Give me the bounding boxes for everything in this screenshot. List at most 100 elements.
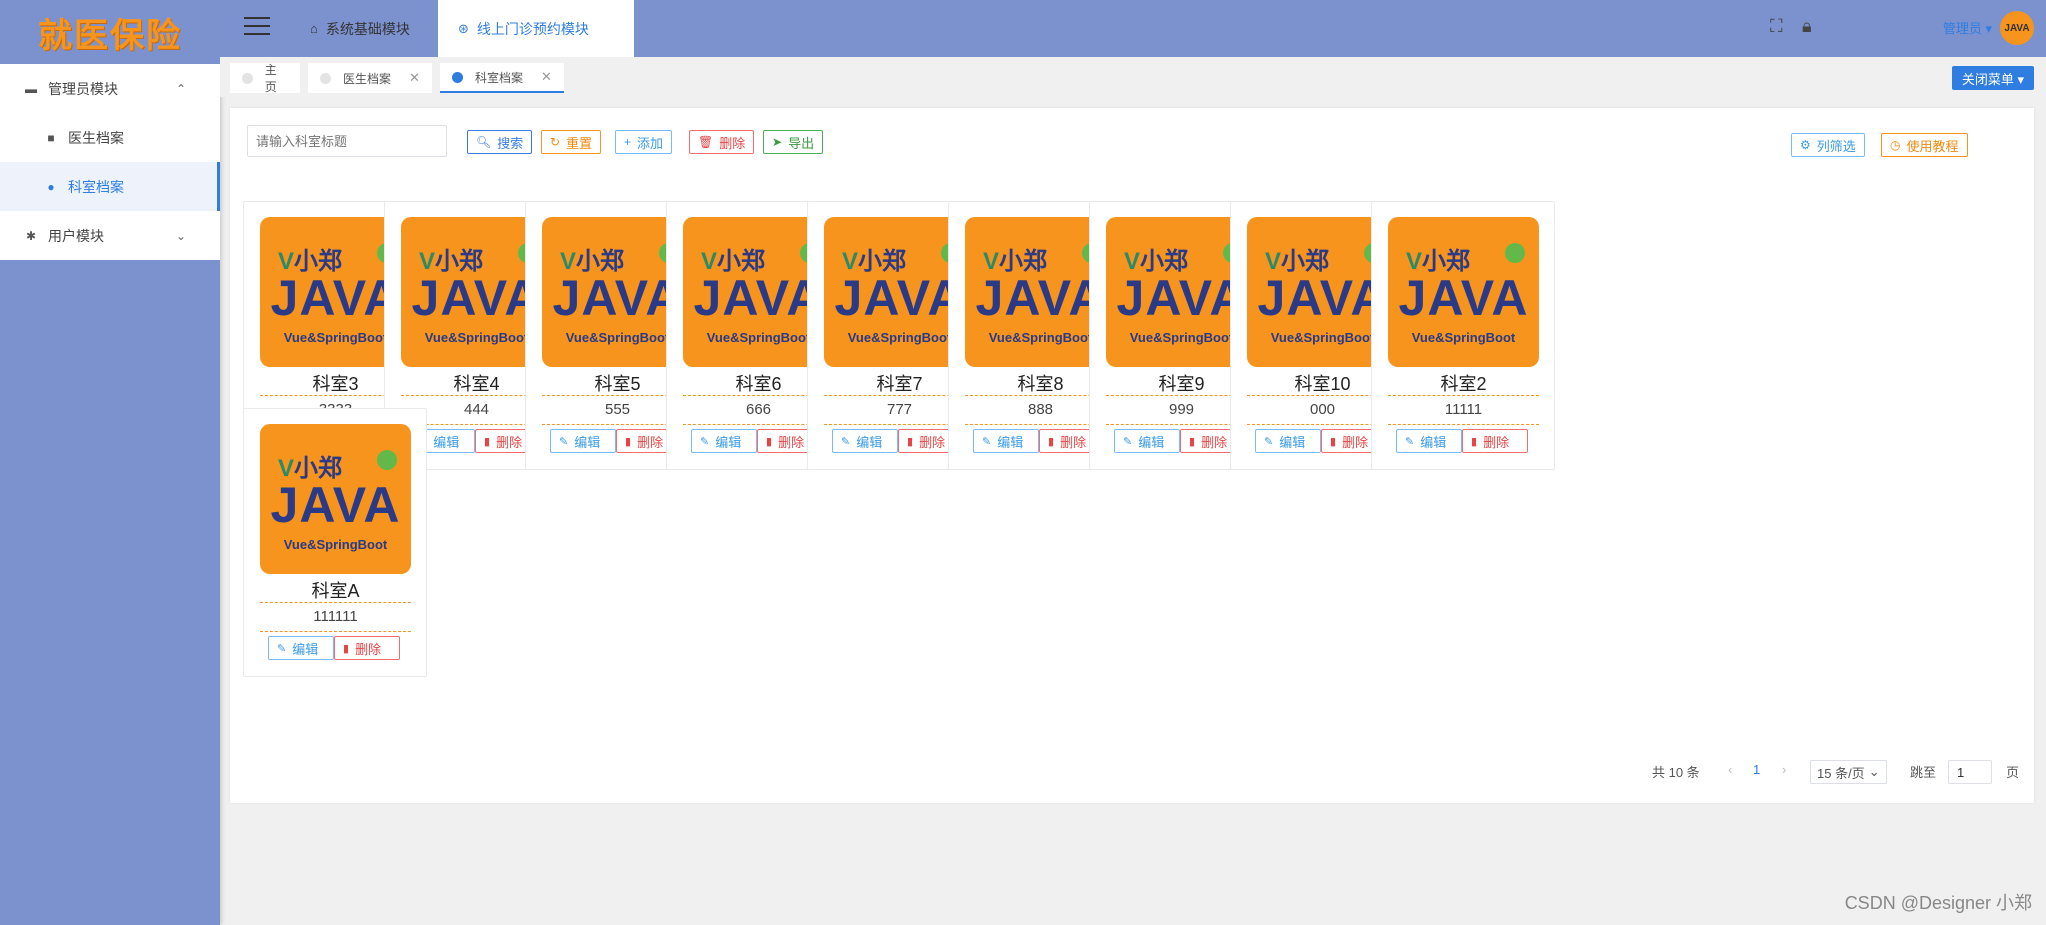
top-tab-basic[interactable]: ⌂ 系统基础模块 [290,0,430,57]
page-number[interactable]: 1 [1753,762,1760,777]
plus-icon: + [624,135,632,149]
logo-text: 就医保险 [38,15,182,56]
search-icon: 🔍︎ [476,135,492,149]
tag-label: 科室档案 [475,70,524,85]
close-icon[interactable]: ✕ [409,70,420,86]
trash-icon: ▮ [907,435,914,448]
edit-icon: ✎ [700,435,710,448]
page-size-select[interactable]: 15 条/页 ⌄ [1810,760,1887,784]
send-icon: ➤ [772,135,783,149]
pagination-total: 共 10 条 [1652,765,1700,780]
tag-home[interactable]: 主页 [230,63,300,94]
bug-icon: ✱ [25,228,37,243]
fullscreen-icon[interactable]: ⛶ [1770,16,1783,37]
goto-page [1948,760,1992,784]
edit-button[interactable]: ✎编辑 [832,429,898,453]
sidebar-item-label: 医生档案 [68,129,124,146]
delete-card-button[interactable]: ▮删除 [1462,429,1528,453]
reset-button[interactable]: ↻ 重置 [541,130,602,154]
menu-toggle-icon[interactable] [244,17,270,37]
tag-doctor[interactable]: 医生档案 ✕ [308,63,432,93]
edit-button[interactable]: ✎编辑 [1396,429,1462,453]
sidebar-item-label: 科室档案 [68,178,124,195]
top-tab-appointment[interactable]: ⊛ 线上门诊预约模块 [438,0,634,57]
home-icon: ⌂ [310,21,318,36]
lock-icon[interactable]: 🔒︎ [1802,16,1812,37]
export-button[interactable]: ➤ 导出 [763,130,824,154]
spring-logo-icon [377,450,397,470]
trash-icon: ▮ [1048,435,1055,448]
trash-icon: 🗑︎ [698,135,714,149]
top-tab-label: 系统基础模块 [325,20,410,37]
department-image: V小郑 JAVA Vue&SpringBoot [260,424,411,574]
edit-button[interactable]: ✎编辑 [268,636,334,660]
department-image: V小郑 JAVA Vue&SpringBoot [1388,217,1539,367]
tag-label: 主页 [264,63,277,94]
goto-page-input[interactable] [1948,760,1992,784]
top-header: ⌂ 系统基础模块 ⊛ 线上门诊预约模块 ⛶ 🔒︎ 管理员 ▾ JAVA [220,0,2046,57]
chat-icon: ■ [47,130,55,145]
trash-icon: ▮ [484,435,491,448]
image-subtitle: Vue&SpringBoot [1411,330,1516,345]
edit-button[interactable]: ✎编辑 [691,429,757,453]
java-text: JAVA [1398,270,1529,326]
tag-dot-icon [452,71,463,83]
search-input[interactable] [247,125,447,157]
tag-department[interactable]: 科室档案 ✕ [440,63,564,93]
gear-icon: ⚙ [1800,138,1811,152]
java-text: JAVA [270,477,401,533]
sidebar-item[interactable]: ● 科室档案 [0,162,220,211]
refresh-icon: ↻ [550,135,561,149]
search-button[interactable]: 🔍︎ 搜索 [467,130,533,154]
dribbble-icon: ⊛ [458,20,469,36]
edit-icon: ✎ [841,435,851,448]
sidebar-item-label: 用户模块 [48,227,104,244]
edit-icon: ✎ [1405,435,1415,448]
edit-button[interactable]: ✎编辑 [1114,429,1180,453]
next-page-icon[interactable]: › [1782,762,1786,777]
close-icon[interactable]: ✕ [541,69,552,85]
avatar[interactable]: JAVA [2000,11,2034,45]
trash-icon: ▮ [1189,435,1196,448]
spring-logo-icon [1505,243,1525,263]
chevron-down-icon: ⌄ [1868,764,1880,779]
divider [260,631,411,632]
chevron-icon: ⌄ [175,228,186,243]
watermark: CSDN @Designer 小郑 [1844,893,2032,913]
delete-card-button[interactable]: ▮删除 [334,636,400,660]
trash-icon: ▮ [343,642,350,655]
edit-icon: ✎ [1123,435,1133,448]
sidebar-item[interactable]: ▬ 管理员模块 ⌃ [0,64,220,113]
delete-button[interactable]: 🗑︎ 删除 [689,130,755,154]
close-menu-button[interactable]: 关闭菜单 ▾ [1951,66,2034,90]
trash-icon: ▮ [1330,435,1337,448]
sidebar-item-label: 管理员模块 [48,80,118,97]
edit-icon: ✎ [1264,435,1274,448]
column-filter-button[interactable]: ⚙ 列筛选 [1791,133,1865,157]
department-name: 科室A [311,581,360,601]
add-button[interactable]: + 添加 [615,130,673,154]
sidebar-item[interactable]: ■ 医生档案 [0,113,220,162]
image-subtitle: Vue&SpringBoot [283,537,388,552]
edit-button[interactable]: ✎编辑 [1255,429,1321,453]
tag-label: 医生档案 [343,71,392,86]
trash-icon: ▮ [1471,435,1478,448]
tutorial-button[interactable]: ◷ 使用教程 [1881,133,1968,157]
page-suffix: 页 [2006,765,2020,780]
tag-dot-icon [242,72,253,84]
prev-page-icon[interactable]: ‹ [1728,762,1732,777]
sidebar-item[interactable]: ✱ 用户模块 ⌄ [0,211,220,260]
user-menu[interactable]: 管理员 ▾ [1943,18,1992,37]
clock-icon: ◷ [1890,138,1901,152]
goto-label: 跳至 [1910,765,1937,780]
edit-icon: ✎ [559,435,569,448]
edit-button[interactable]: ✎编辑 [973,429,1039,453]
edit-button[interactable]: ✎编辑 [550,429,616,453]
sidebar: 就医保险 ▬ 管理员模块 ⌃ ■ 医生档案 ● 科室档案 ✱ 用户模块 ⌄ [0,0,220,925]
edit-icon: ✎ [982,435,992,448]
divider [260,602,411,603]
top-tab-label: 线上门诊预约模块 [476,20,589,37]
bed-icon: ▬ [25,81,37,96]
divider [1388,424,1539,425]
trash-icon: ▮ [625,435,632,448]
